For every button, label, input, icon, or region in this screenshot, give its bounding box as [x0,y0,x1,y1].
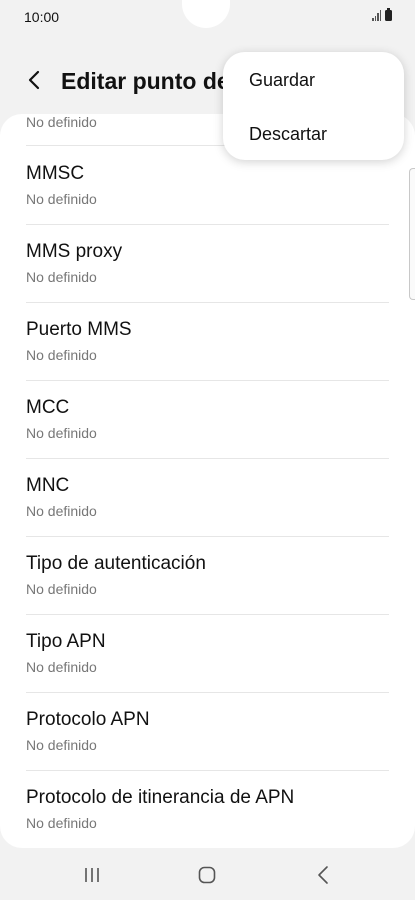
item-label: MMS proxy [26,241,123,262]
list-item-mcc[interactable]: MCC No definido [0,381,415,459]
list-item-tipo-autenticacion[interactable]: Tipo de autenticación No definido [0,537,415,615]
item-value: No definido [26,269,97,285]
item-label: MMSC [26,163,85,184]
item-value: No definido [26,191,97,207]
list-item-tipo-apn[interactable]: Tipo APN No definido [0,615,415,693]
list-item-protocolo-apn[interactable]: Protocolo APN No definido [0,693,415,771]
nav-back-icon[interactable] [316,865,330,885]
item-label: Tipo de autenticación [26,553,206,574]
status-bar: 10:00 [0,0,415,34]
page-title: Editar punto de [61,68,230,94]
overflow-menu: Guardar Descartar [223,52,404,160]
back-arrow-icon[interactable] [20,66,48,94]
status-icons [372,8,392,21]
list-item-mnc[interactable]: MNC No definido [0,459,415,537]
signal-icon [372,10,381,21]
item-label: MCC [26,397,70,418]
item-value: No definido [26,347,97,363]
scrollbar[interactable] [409,168,415,300]
item-value: No definido [26,659,97,675]
item-label: Puerto MMS [26,319,132,340]
item-value: No definido [26,815,97,831]
item-label: Protocolo de itinerancia de APN [26,787,295,808]
item-label: Tipo APN [26,631,106,652]
camera-notch [182,0,230,28]
item-label: Protocolo APN [26,709,150,730]
item-label: MNC [26,475,70,496]
discard-menu-item[interactable]: Descartar [249,124,327,145]
list-item-mms-proxy[interactable]: MMS proxy No definido [0,225,415,303]
list-item-protocolo-itinerancia[interactable]: Protocolo de itinerancia de APN No defin… [0,771,415,848]
save-menu-item[interactable]: Guardar [249,70,315,91]
battery-icon [385,8,392,21]
item-value: No definido [26,503,97,519]
home-icon[interactable] [198,866,216,884]
list-item-puerto-mms[interactable]: Puerto MMS No definido [0,303,415,381]
apn-settings-list: No definido MMSC No definido MMS proxy N… [0,114,415,848]
item-value: No definido [26,581,97,597]
item-value: No definido [26,737,97,753]
recents-icon[interactable] [83,867,101,883]
item-value: No definido [26,425,97,441]
navigation-bar [0,850,415,900]
status-time: 10:00 [24,9,60,25]
item-value: No definido [26,114,97,130]
